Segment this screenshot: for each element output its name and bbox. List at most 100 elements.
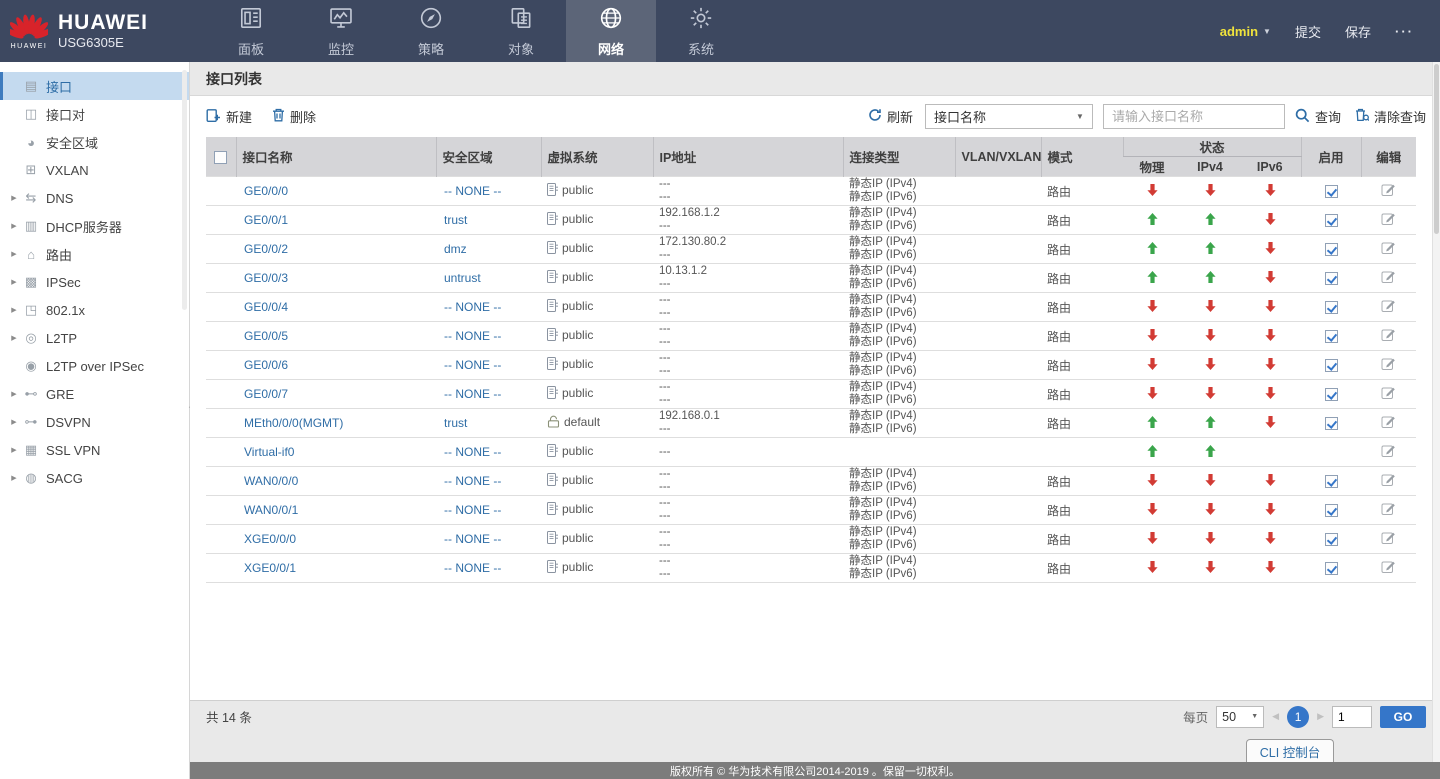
interface-name-link[interactable]: WAN0/0/0 bbox=[242, 474, 298, 488]
sidebar-item-l2tp[interactable]: ▶ ◎ L2TP bbox=[0, 324, 189, 352]
enable-checkbox[interactable] bbox=[1324, 359, 1338, 373]
sidebar-item-vxlan[interactable]: ⊞ VXLAN bbox=[0, 156, 189, 184]
more-menu-button[interactable]: ··· bbox=[1395, 24, 1414, 39]
sidebar-item-sacg[interactable]: ▶ ◍ SACG bbox=[0, 464, 189, 492]
zone-link[interactable]: -- NONE -- bbox=[442, 387, 501, 401]
sidebar-item-l2tp-ipsec[interactable]: ◉ L2TP over IPSec bbox=[0, 352, 189, 380]
sidebar-item-security-zone[interactable]: ◕ 安全区域 bbox=[0, 128, 189, 156]
expand-arrow-icon[interactable]: ▶ bbox=[3, 306, 20, 314]
edit-icon[interactable] bbox=[1381, 327, 1396, 345]
edit-icon[interactable] bbox=[1381, 472, 1396, 490]
zone-link[interactable]: -- NONE -- bbox=[442, 474, 501, 488]
sidebar-item-ipsec[interactable]: ▶ ▩ IPSec bbox=[0, 268, 189, 296]
enable-checkbox[interactable] bbox=[1324, 243, 1338, 257]
interface-name-link[interactable]: WAN0/0/1 bbox=[242, 503, 298, 517]
expand-arrow-icon[interactable]: ▶ bbox=[3, 222, 20, 230]
zone-link[interactable]: -- NONE -- bbox=[442, 329, 501, 343]
zone-link[interactable]: -- NONE -- bbox=[442, 300, 501, 314]
expand-arrow-icon[interactable]: ▶ bbox=[3, 194, 20, 202]
zone-link[interactable]: -- NONE -- bbox=[442, 184, 501, 198]
sidebar-item-dsvpn[interactable]: ▶ ⊶ DSVPN bbox=[0, 408, 189, 436]
nav-tab-policy[interactable]: 策略 bbox=[386, 0, 476, 62]
page-scrollbar[interactable] bbox=[1432, 62, 1440, 762]
enable-checkbox[interactable] bbox=[1324, 301, 1338, 315]
expand-arrow-icon[interactable]: ▶ bbox=[3, 418, 20, 426]
expand-arrow-icon[interactable]: ▶ bbox=[3, 446, 20, 454]
filter-field-select[interactable]: 接口名称 ▼ bbox=[924, 104, 1093, 129]
commit-button[interactable]: 提交 bbox=[1295, 22, 1321, 41]
interface-name-link[interactable]: MEth0/0/0(MGMT) bbox=[242, 416, 343, 430]
interface-name-link[interactable]: Virtual-if0 bbox=[242, 445, 294, 459]
interface-name-link[interactable]: GE0/0/2 bbox=[242, 242, 288, 256]
refresh-button[interactable]: 刷新 bbox=[868, 107, 913, 126]
interface-name-link[interactable]: GE0/0/0 bbox=[242, 184, 288, 198]
cli-console-tab[interactable]: CLI 控制台 bbox=[1246, 739, 1334, 762]
nav-tab-objects[interactable]: 对象 bbox=[476, 0, 566, 62]
interface-name-link[interactable]: XGE0/0/0 bbox=[242, 532, 296, 546]
next-page-button[interactable]: ▶ bbox=[1317, 711, 1324, 722]
interface-name-link[interactable]: GE0/0/6 bbox=[242, 358, 288, 372]
goto-page-input[interactable] bbox=[1332, 705, 1372, 728]
clear-query-button[interactable]: 清除查询 bbox=[1355, 107, 1426, 126]
edit-icon[interactable] bbox=[1381, 298, 1396, 316]
zone-link[interactable]: untrust bbox=[442, 271, 481, 285]
enable-checkbox[interactable] bbox=[1324, 330, 1338, 344]
sidebar-item-interface[interactable]: ▤ 接口 bbox=[0, 72, 189, 100]
edit-icon[interactable] bbox=[1381, 559, 1396, 577]
expand-arrow-icon[interactable]: ▶ bbox=[3, 278, 20, 286]
sidebar-item-dot1x[interactable]: ▶ ◳ 802.1x bbox=[0, 296, 189, 324]
edit-icon[interactable] bbox=[1381, 211, 1396, 229]
edit-icon[interactable] bbox=[1381, 443, 1396, 461]
interface-name-link[interactable]: GE0/0/5 bbox=[242, 329, 288, 343]
sidebar-item-sslvpn[interactable]: ▶ ▦ SSL VPN bbox=[0, 436, 189, 464]
nav-tab-dashboard[interactable]: 面板 bbox=[206, 0, 296, 62]
interface-name-link[interactable]: GE0/0/4 bbox=[242, 300, 288, 314]
zone-link[interactable]: -- NONE -- bbox=[442, 358, 501, 372]
sidebar-item-route[interactable]: ▶ ⌂ 路由 bbox=[0, 240, 189, 268]
nav-tab-system[interactable]: 系统 bbox=[656, 0, 746, 62]
save-button[interactable]: 保存 bbox=[1345, 22, 1371, 41]
expand-arrow-icon[interactable]: ▶ bbox=[3, 250, 20, 258]
zone-link[interactable]: -- NONE -- bbox=[442, 561, 501, 575]
edit-icon[interactable] bbox=[1381, 530, 1396, 548]
edit-icon[interactable] bbox=[1381, 182, 1396, 200]
sidebar-item-interface-pair[interactable]: ◫ 接口对 bbox=[0, 100, 189, 128]
new-button[interactable]: 新建 bbox=[206, 107, 252, 126]
sidebar-item-dns[interactable]: ▶ ⇆ DNS bbox=[0, 184, 189, 212]
scrollbar-thumb[interactable] bbox=[1434, 64, 1439, 234]
enable-checkbox[interactable] bbox=[1324, 185, 1338, 199]
enable-checkbox[interactable] bbox=[1324, 214, 1338, 228]
expand-arrow-icon[interactable]: ▶ bbox=[3, 334, 20, 342]
prev-page-button[interactable]: ◀ bbox=[1272, 711, 1279, 722]
current-page-badge[interactable]: 1 bbox=[1287, 705, 1310, 728]
sidebar-item-gre[interactable]: ▶ ⊷ GRE bbox=[0, 380, 189, 408]
enable-checkbox[interactable] bbox=[1324, 272, 1338, 286]
enable-checkbox[interactable] bbox=[1324, 417, 1338, 431]
zone-link[interactable]: dmz bbox=[442, 242, 467, 256]
nav-tab-monitor[interactable]: 监控 bbox=[296, 0, 386, 62]
sidebar-scrollbar[interactable] bbox=[182, 70, 187, 310]
sidebar-item-dhcp-server[interactable]: ▶ ▥ DHCP服务器 bbox=[0, 212, 189, 240]
delete-button[interactable]: 删除 bbox=[272, 107, 316, 126]
edit-icon[interactable] bbox=[1381, 501, 1396, 519]
interface-name-link[interactable]: GE0/0/3 bbox=[242, 271, 288, 285]
edit-icon[interactable] bbox=[1381, 240, 1396, 258]
nav-tab-network[interactable]: 网络 bbox=[566, 0, 656, 62]
expand-arrow-icon[interactable]: ▶ bbox=[3, 390, 20, 398]
zone-link[interactable]: -- NONE -- bbox=[442, 445, 501, 459]
edit-icon[interactable] bbox=[1381, 269, 1396, 287]
edit-icon[interactable] bbox=[1381, 385, 1396, 403]
go-button[interactable]: GO bbox=[1380, 705, 1426, 728]
enable-checkbox[interactable] bbox=[1324, 475, 1338, 489]
search-input[interactable] bbox=[1102, 104, 1285, 129]
interface-name-link[interactable]: GE0/0/1 bbox=[242, 213, 288, 227]
edit-icon[interactable] bbox=[1381, 414, 1396, 432]
interface-name-link[interactable]: XGE0/0/1 bbox=[242, 561, 296, 575]
enable-checkbox[interactable] bbox=[1324, 533, 1338, 547]
enable-checkbox[interactable] bbox=[1324, 388, 1338, 402]
per-page-select[interactable]: 50 ▼ bbox=[1216, 705, 1265, 728]
enable-checkbox[interactable] bbox=[1324, 562, 1338, 576]
expand-arrow-icon[interactable]: ▶ bbox=[3, 474, 20, 482]
enable-checkbox[interactable] bbox=[1324, 504, 1338, 518]
user-menu[interactable]: admin ▼ bbox=[1220, 24, 1271, 39]
